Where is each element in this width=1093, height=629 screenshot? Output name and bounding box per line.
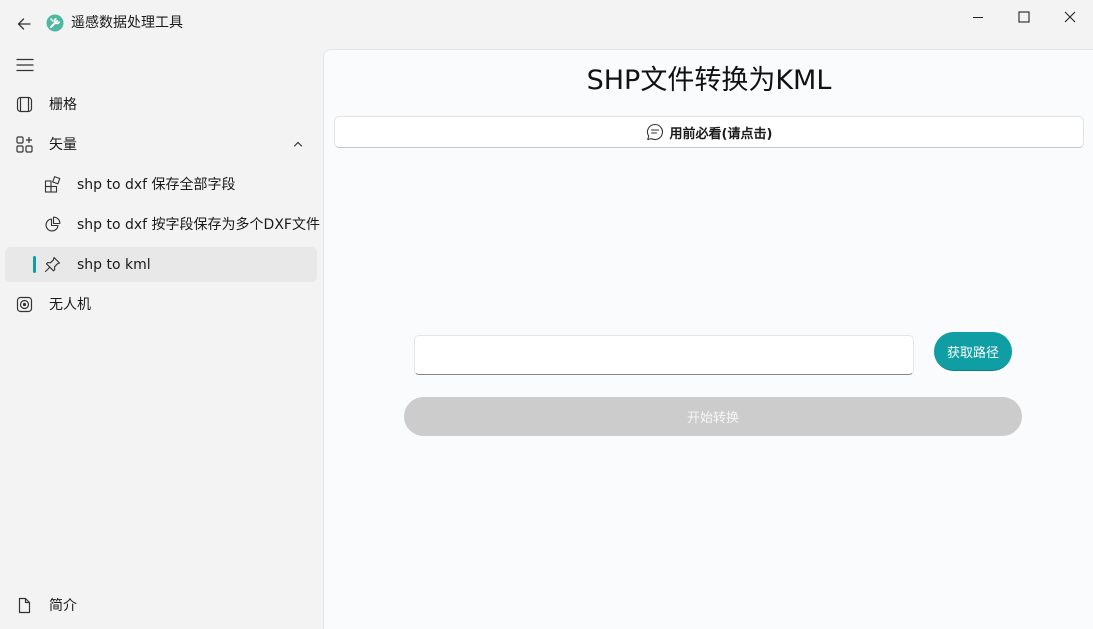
film-icon (15, 95, 34, 114)
sidebar-item-label: 矢量 (49, 137, 77, 153)
file-path-input[interactable] (414, 335, 914, 375)
menu-toggle-button[interactable] (10, 52, 40, 78)
back-button[interactable] (12, 12, 36, 36)
puzzle-icon (43, 175, 62, 194)
sidebar: 栅格 矢量 shp to dxf 保存全部字段 shp to dxf 按字段保存… (0, 46, 322, 629)
selection-indicator (33, 256, 36, 273)
pin-icon (43, 255, 62, 274)
sidebar-item-raster[interactable]: 栅格 (5, 87, 317, 122)
minimize-icon (973, 17, 983, 18)
start-convert-label: 开始转换 (686, 411, 739, 426)
sidebar-item-label: shp to kml (77, 257, 151, 273)
maximize-icon (1018, 11, 1030, 23)
sidebar-item-label: shp to dxf 保存全部字段 (77, 177, 236, 193)
arrow-left-icon (17, 18, 31, 30)
sidebar-item-label: 栅格 (49, 97, 77, 113)
read-before-use-button[interactable]: 用前必看(请点击) (334, 116, 1084, 148)
hamburger-icon (16, 58, 34, 72)
sidebar-item-label: 简介 (49, 598, 77, 614)
page-title: SHP文件转换为KML (586, 65, 832, 96)
chat-bubble-icon (646, 123, 663, 141)
title-bar: 遥感数据处理工具 (0, 0, 1093, 46)
minimize-button[interactable] (955, 4, 1001, 30)
pie-chart-icon (43, 215, 62, 234)
start-convert-button[interactable]: 开始转换 (404, 397, 1022, 436)
app-window: 遥感数据处理工具 栅格 矢量 shp to dxf 保存全部字段 shp to … (0, 0, 1093, 629)
close-icon (1064, 11, 1076, 23)
sidebar-item-vector[interactable]: 矢量 (5, 127, 317, 162)
sidebar-item-label: shp to dxf 按字段保存为多个DXF文件 (77, 217, 320, 233)
sidebar-item-about[interactable]: 简介 (5, 588, 317, 623)
window-title: 遥感数据处理工具 (71, 15, 183, 31)
document-icon (15, 596, 34, 615)
get-path-button[interactable]: 获取路径 (934, 332, 1012, 371)
sidebar-subitem-shp-to-kml[interactable]: shp to kml (5, 247, 317, 282)
sidebar-item-label: 无人机 (49, 297, 91, 313)
main-panel: SHP文件转换为KML 用前必看(请点击) 获取路径 开始转换 (323, 49, 1093, 629)
close-button[interactable] (1047, 4, 1093, 30)
target-icon (15, 295, 34, 314)
read-before-use-label: 用前必看(请点击) (669, 126, 773, 142)
sidebar-item-drone[interactable]: 无人机 (5, 287, 317, 322)
chevron-up-icon[interactable] (291, 137, 305, 151)
app-logo-icon (46, 14, 64, 32)
grid-apps-icon (15, 135, 34, 154)
sidebar-subitem-shp-to-dxf-all[interactable]: shp to dxf 保存全部字段 (5, 167, 317, 202)
maximize-button[interactable] (1001, 4, 1047, 30)
get-path-label: 获取路径 (946, 345, 999, 361)
sidebar-subitem-shp-to-dxf-by-field[interactable]: shp to dxf 按字段保存为多个DXF文件 (5, 207, 320, 242)
